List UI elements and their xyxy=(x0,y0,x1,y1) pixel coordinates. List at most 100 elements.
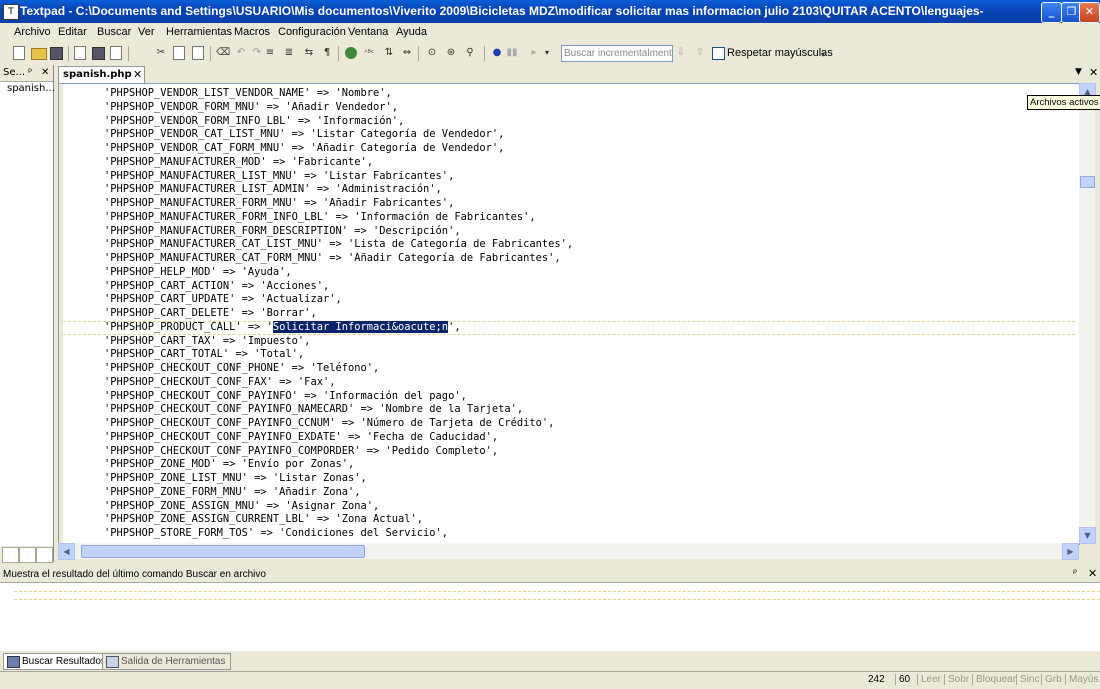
code-line[interactable]: 'PHPSHOP_CHECKOUT_CONF_PAYINFO' => 'Info… xyxy=(63,390,1075,404)
search-down-icon[interactable]: ⇩ xyxy=(674,46,688,60)
code-line[interactable]: 'PHPSHOP_VENDOR_LIST_VENDOR_NAME' => 'No… xyxy=(63,87,1075,101)
outdent-icon[interactable]: ≣ xyxy=(282,46,296,60)
pause-macro-icon[interactable]: ▮▮ xyxy=(505,46,519,60)
copy-icon[interactable] xyxy=(173,46,185,60)
code-line[interactable]: 'PHPSHOP_CHECKOUT_CONF_FAX' => 'Fax', xyxy=(63,376,1075,390)
tab-spanish-php[interactable]: spanish.php ✕ xyxy=(58,66,145,83)
horizontal-scrollbar[interactable]: ◀ ▶ xyxy=(58,543,1079,560)
close-document-icon[interactable]: ✕ xyxy=(1089,66,1098,79)
save-all-icon[interactable] xyxy=(74,46,86,60)
show-paragraph-icon[interactable]: ¶ xyxy=(320,46,334,60)
selected-text[interactable]: Solicitar Informaci&oacute;n xyxy=(272,320,449,333)
code-line[interactable]: 'PHPSHOP_CART_ACTION' => 'Acciones', xyxy=(63,280,1075,294)
search-up-icon[interactable]: ⇧ xyxy=(693,46,707,60)
panel-footer-tab[interactable] xyxy=(36,547,53,563)
code-line[interactable]: 'PHPSHOP_ZONE_LIST_MNU' => 'Listar Zonas… xyxy=(63,472,1075,486)
indent-icon[interactable]: ≡ xyxy=(263,46,277,60)
redo-icon[interactable]: ↷ xyxy=(250,46,264,60)
code-line[interactable]: 'PHPSHOP_CHECKOUT_CONF_PAYINFO_EXDATE' =… xyxy=(63,431,1075,445)
menu-ventana[interactable]: Ventana xyxy=(348,26,388,38)
print-icon[interactable] xyxy=(92,47,105,60)
code-line[interactable]: 'PHPSHOP_VENDOR_CAT_LIST_MNU' => 'Listar… xyxy=(63,128,1075,142)
close-button[interactable]: ✕ xyxy=(1079,2,1100,23)
toolbar2-overflow-icon[interactable]: ▾ xyxy=(816,48,830,62)
output-results[interactable] xyxy=(0,582,1100,651)
menu-ver[interactable]: Ver xyxy=(138,26,155,38)
code-line[interactable]: 'PHPSHOP_CART_TOTAL' => 'Total', xyxy=(63,348,1075,362)
scroll-left-icon[interactable]: ◀ xyxy=(58,543,75,560)
menu-editar[interactable]: Editar xyxy=(58,26,87,38)
code-line[interactable]: 'PHPSHOP_MANUFACTURER_FORM_INFO_LBL' => … xyxy=(63,211,1075,225)
code-line[interactable]: 'PHPSHOP_MANUFACTURER_CAT_LIST_MNU' => '… xyxy=(63,238,1075,252)
menu-ayuda[interactable]: Ayuda xyxy=(396,26,427,38)
code-line[interactable]: 'PHPSHOP_STORE_FORM_TOS' => 'Condiciones… xyxy=(63,527,1075,541)
code-line[interactable]: 'PHPSHOP_VENDOR_CAT_FORM_MNU' => 'Añadir… xyxy=(63,142,1075,156)
code-line[interactable]: 'PHPSHOP_MANUFACTURER_FORM_MNU' => 'Añad… xyxy=(63,197,1075,211)
match-case-checkbox[interactable] xyxy=(712,47,725,60)
tab-salida-herramientas[interactable]: Salida de Herramientas xyxy=(102,653,231,670)
pin-icon[interactable]: ᵖ xyxy=(1073,568,1077,579)
tab-buscar-resultados[interactable]: Buscar Resultados xyxy=(3,653,111,670)
undo-icon[interactable]: ↶ xyxy=(234,46,248,60)
delete-icon[interactable]: ⌫ xyxy=(216,46,230,60)
find-icon[interactable]: ⊙ xyxy=(425,46,439,60)
record-macro-icon[interactable]: ● xyxy=(490,46,504,60)
code-line[interactable]: 'PHPSHOP_ZONE_FORM_MNU' => 'Añadir Zona'… xyxy=(63,486,1075,500)
cut-icon[interactable]: ✂ xyxy=(154,46,168,60)
code-line[interactable]: 'PHPSHOP_MANUFACTURER_FORM_DESCRIPTION' … xyxy=(63,225,1075,239)
code-line[interactable]: 'PHPSHOP_VENDOR_FORM_INFO_LBL' => 'Infor… xyxy=(63,115,1075,129)
textpad-app-icon[interactable]: T xyxy=(3,4,19,20)
save-icon[interactable] xyxy=(50,47,63,60)
scroll-thumb[interactable] xyxy=(1080,176,1095,188)
code-line[interactable]: 'PHPSHOP_MANUFACTURER_MOD' => 'Fabricant… xyxy=(63,156,1075,170)
code-editor[interactable]: 'PHPSHOP_VENDOR_LIST_VENDOR_NAME' => 'No… xyxy=(58,83,1080,545)
find-in-files-icon[interactable]: ⚲ xyxy=(463,46,477,60)
menu-buscar[interactable]: Buscar xyxy=(97,26,131,38)
menu-macros[interactable]: Macros xyxy=(234,26,270,38)
print-preview-icon[interactable] xyxy=(110,46,122,60)
sort-icon[interactable]: ⇅ xyxy=(382,46,396,60)
document-list-item[interactable]: spanish.... xyxy=(7,83,58,94)
paste-icon[interactable] xyxy=(192,46,204,60)
scroll-down-icon[interactable]: ▼ xyxy=(1079,527,1096,544)
spelling-icon[interactable]: ᴬᴮᶜ xyxy=(362,46,376,60)
panel-footer-tab[interactable] xyxy=(19,547,36,563)
code-line[interactable]: 'PHPSHOP_VENDOR_FORM_MNU' => 'Añadir Ven… xyxy=(63,101,1075,115)
find-next-icon[interactable]: ⊛ xyxy=(444,46,458,60)
code-line[interactable]: 'PHPSHOP_ZONE_MOD' => 'Envío por Zonas', xyxy=(63,458,1075,472)
code-line[interactable]: 'PHPSHOP_MANUFACTURER_CAT_FORM_MNU' => '… xyxy=(63,252,1075,266)
code-line[interactable]: 'PHPSHOP_ZONE_ASSIGN_CURRENT_LBL' => 'Zo… xyxy=(63,513,1075,527)
code-line[interactable]: 'PHPSHOP_CART_DELETE' => 'Borrar', xyxy=(63,307,1075,321)
word-wrap-icon[interactable]: ⇆ xyxy=(302,46,316,60)
toolbar-overflow-icon[interactable]: ▾ xyxy=(540,46,554,60)
code-line[interactable]: 'PHPSHOP_MANUFACTURER_LIST_ADMIN' => 'Ad… xyxy=(63,183,1075,197)
panel-footer-tab[interactable] xyxy=(2,547,19,563)
menu-configuracion[interactable]: Configuración xyxy=(278,26,346,38)
code-line[interactable]: 'PHPSHOP_CHECKOUT_CONF_PHONE' => 'Teléfo… xyxy=(63,362,1075,376)
code-line[interactable]: 'PHPSHOP_ZONE_ASSIGN_MNU' => 'Asignar Zo… xyxy=(63,500,1075,514)
tab-close-icon[interactable]: ✕ xyxy=(133,68,142,81)
scroll-right-icon[interactable]: ▶ xyxy=(1062,543,1079,560)
play-macro-icon[interactable]: ▸ xyxy=(527,46,541,60)
current-code-line[interactable]: 'PHPSHOP_PRODUCT_CALL' => 'Solicitar Inf… xyxy=(63,320,1075,335)
output-close-icon[interactable]: ✕ xyxy=(1088,567,1097,580)
code-line[interactable]: 'PHPSHOP_CHECKOUT_CONF_PAYINFO_COMPORDER… xyxy=(63,445,1075,459)
minimize-button[interactable]: _ xyxy=(1041,2,1062,23)
code-line[interactable]: 'PHPSHOP_CHECKOUT_CONF_PAYINFO_NAMECARD'… xyxy=(63,403,1075,417)
new-file-icon[interactable] xyxy=(13,46,25,60)
vertical-scrollbar[interactable]: ▲ ▼ xyxy=(1079,83,1096,544)
pin-icon[interactable]: ᵖ xyxy=(28,67,32,78)
menu-archivo[interactable]: Archivo xyxy=(14,26,51,38)
panel-close-icon[interactable]: ✕ xyxy=(41,67,49,78)
view-in-browser-icon[interactable] xyxy=(345,47,357,59)
menu-herramientas[interactable]: Herramientas xyxy=(166,26,232,38)
code-line[interactable]: 'PHPSHOP_MANUFACTURER_LIST_MNU' => 'List… xyxy=(63,170,1075,184)
open-folder-icon[interactable] xyxy=(31,48,47,60)
compare-files-icon[interactable]: ⇔ xyxy=(400,46,414,60)
incremental-search-input[interactable]: Buscar incrementalmente xyxy=(561,45,673,62)
horizontal-scroll-thumb[interactable] xyxy=(81,545,365,558)
code-line[interactable]: 'PHPSHOP_CART_TAX' => 'Impuesto', xyxy=(63,335,1075,349)
code-line[interactable]: 'PHPSHOP_CART_UPDATE' => 'Actualizar', xyxy=(63,293,1075,307)
code-line[interactable]: 'PHPSHOP_HELP_MOD' => 'Ayuda', xyxy=(63,266,1075,280)
code-line[interactable]: 'PHPSHOP_CHECKOUT_CONF_PAYINFO_CCNUM' =>… xyxy=(63,417,1075,431)
